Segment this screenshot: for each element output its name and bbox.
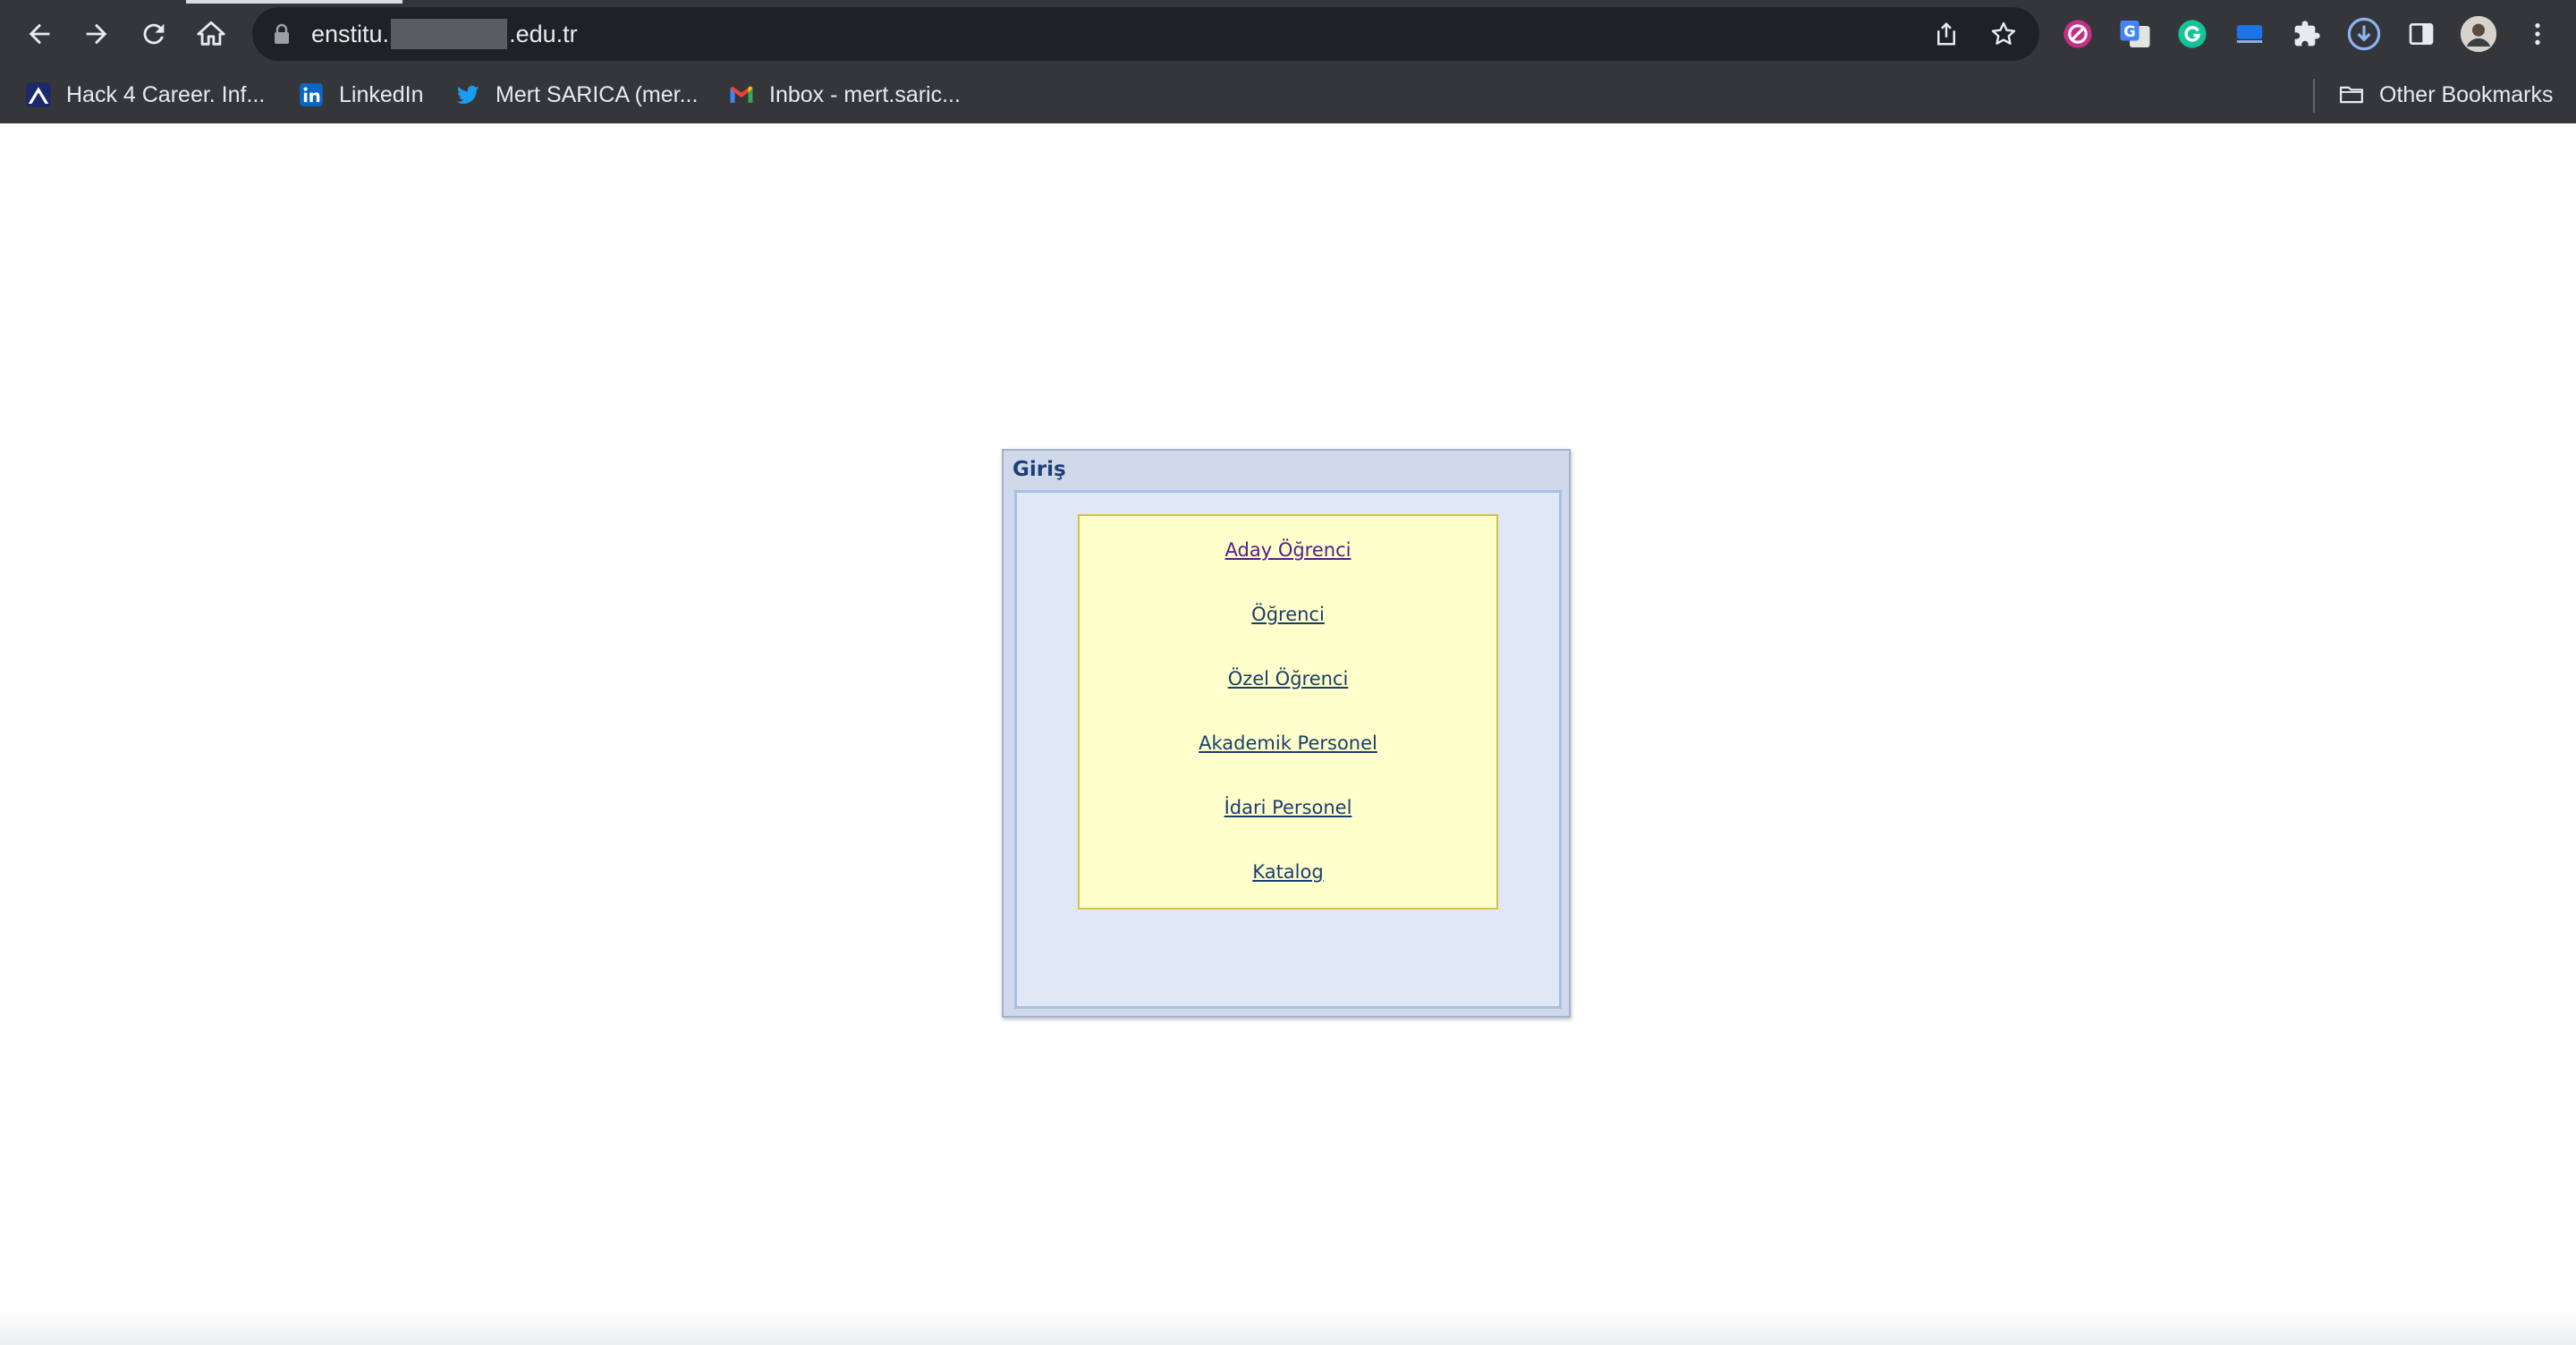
bookmark-hack4career[interactable]: Hack 4 Career. Inf... [25, 77, 265, 113]
profile-button[interactable] [2459, 14, 2498, 54]
side-panel-button[interactable] [2402, 14, 2441, 54]
home-icon [197, 21, 225, 46]
grammarly-icon [2178, 20, 2207, 48]
bookmark-twitter[interactable]: Mert SARICA (mer... [454, 77, 698, 113]
folder-icon [2338, 81, 2365, 108]
login-panel: Giriş Aday Öğrenci Öğrenci Özel Öğrenci … [1002, 449, 1571, 1018]
bookmark-linkedin[interactable]: LinkedIn [298, 77, 424, 113]
extensions-button[interactable] [2287, 14, 2326, 54]
address-bar[interactable]: enstitu. .edu.tr [252, 7, 2039, 61]
reload-button[interactable] [132, 13, 175, 55]
lock-icon[interactable] [272, 23, 292, 45]
blue-extension-button[interactable] [2230, 14, 2269, 54]
bookmarks-bar: Hack 4 Career. Inf... LinkedIn Mert SARI… [0, 68, 2576, 124]
page-content: Giriş Aday Öğrenci Öğrenci Özel Öğrenci … [0, 123, 2576, 1345]
star-icon [1991, 21, 2016, 45]
download-icon [2347, 17, 2381, 51]
more-menu-button[interactable] [2518, 14, 2557, 54]
reload-icon [143, 23, 165, 45]
bookmarks-divider [2313, 79, 2315, 113]
download-button[interactable] [2344, 14, 2384, 54]
link-akademik-personel[interactable]: Akademik Personel [1080, 732, 1496, 754]
active-tab-indicator[interactable] [186, 0, 402, 4]
bookmark-label: LinkedIn [339, 81, 424, 107]
share-button[interactable] [1930, 18, 1962, 50]
browser-chrome: enstitu. .edu.tr G Hack 4 Career. Inf...… [0, 0, 2576, 124]
back-arrow-icon [29, 23, 50, 45]
bookmark-label: Hack 4 Career. Inf... [66, 81, 266, 107]
link-ogrenci[interactable]: Öğrenci [1080, 604, 1496, 625]
bookmark-label: Mert SARICA (mer... [496, 81, 699, 107]
block-extension-icon [2063, 20, 2092, 48]
home-button[interactable] [190, 13, 233, 55]
google-translate-button[interactable]: G [2115, 14, 2155, 54]
link-ozel-ogrenci[interactable]: Özel Öğrenci [1080, 668, 1496, 689]
bookmark-star-button[interactable] [1987, 18, 2020, 50]
panel-title: Giriş [1013, 458, 1066, 481]
link-idari-personel[interactable]: İdari Personel [1080, 797, 1496, 818]
side-panel-icon [2409, 23, 2434, 45]
forward-arrow-icon [86, 23, 107, 45]
url-prefix: enstitu. [311, 21, 390, 47]
panel-body: Aday Öğrenci Öğrenci Özel Öğrenci Akadem… [1014, 490, 1562, 1009]
gmail-icon [728, 81, 755, 108]
back-button[interactable] [18, 13, 61, 55]
linkedin-icon [298, 81, 325, 108]
block-extension-button[interactable] [2058, 14, 2097, 54]
window-bottom-edge [0, 1309, 2576, 1345]
blue-extension-icon [2236, 25, 2263, 43]
bookmark-gmail[interactable]: Inbox - mert.saric... [728, 77, 961, 113]
redacted-url-segment [391, 18, 508, 49]
other-bookmarks-label: Other Bookmarks [2379, 81, 2554, 107]
more-menu-icon [2535, 23, 2540, 45]
share-icon [1937, 21, 1955, 46]
link-katalog[interactable]: Katalog [1080, 861, 1496, 883]
forward-button[interactable] [75, 13, 118, 55]
puzzle-icon [2294, 21, 2320, 47]
svg-text:G: G [2123, 23, 2136, 40]
link-aday-ogrenci[interactable]: Aday Öğrenci [1080, 539, 1496, 561]
browser-toolbar: enstitu. .edu.tr G [0, 0, 2576, 68]
profile-avatar [2460, 15, 2497, 53]
google-translate-icon: G [2120, 21, 2150, 47]
url-suffix: .edu.tr [509, 21, 578, 47]
twitter-icon [454, 81, 481, 108]
bookmark-label: Inbox - mert.saric... [769, 81, 961, 107]
login-options-box: Aday Öğrenci Öğrenci Özel Öğrenci Akadem… [1078, 514, 1498, 909]
hack4career-icon [25, 81, 52, 108]
grammarly-button[interactable] [2173, 14, 2212, 54]
url-text[interactable]: enstitu. .edu.tr [311, 7, 578, 61]
other-bookmarks-folder[interactable]: Other Bookmarks [2338, 77, 2554, 113]
